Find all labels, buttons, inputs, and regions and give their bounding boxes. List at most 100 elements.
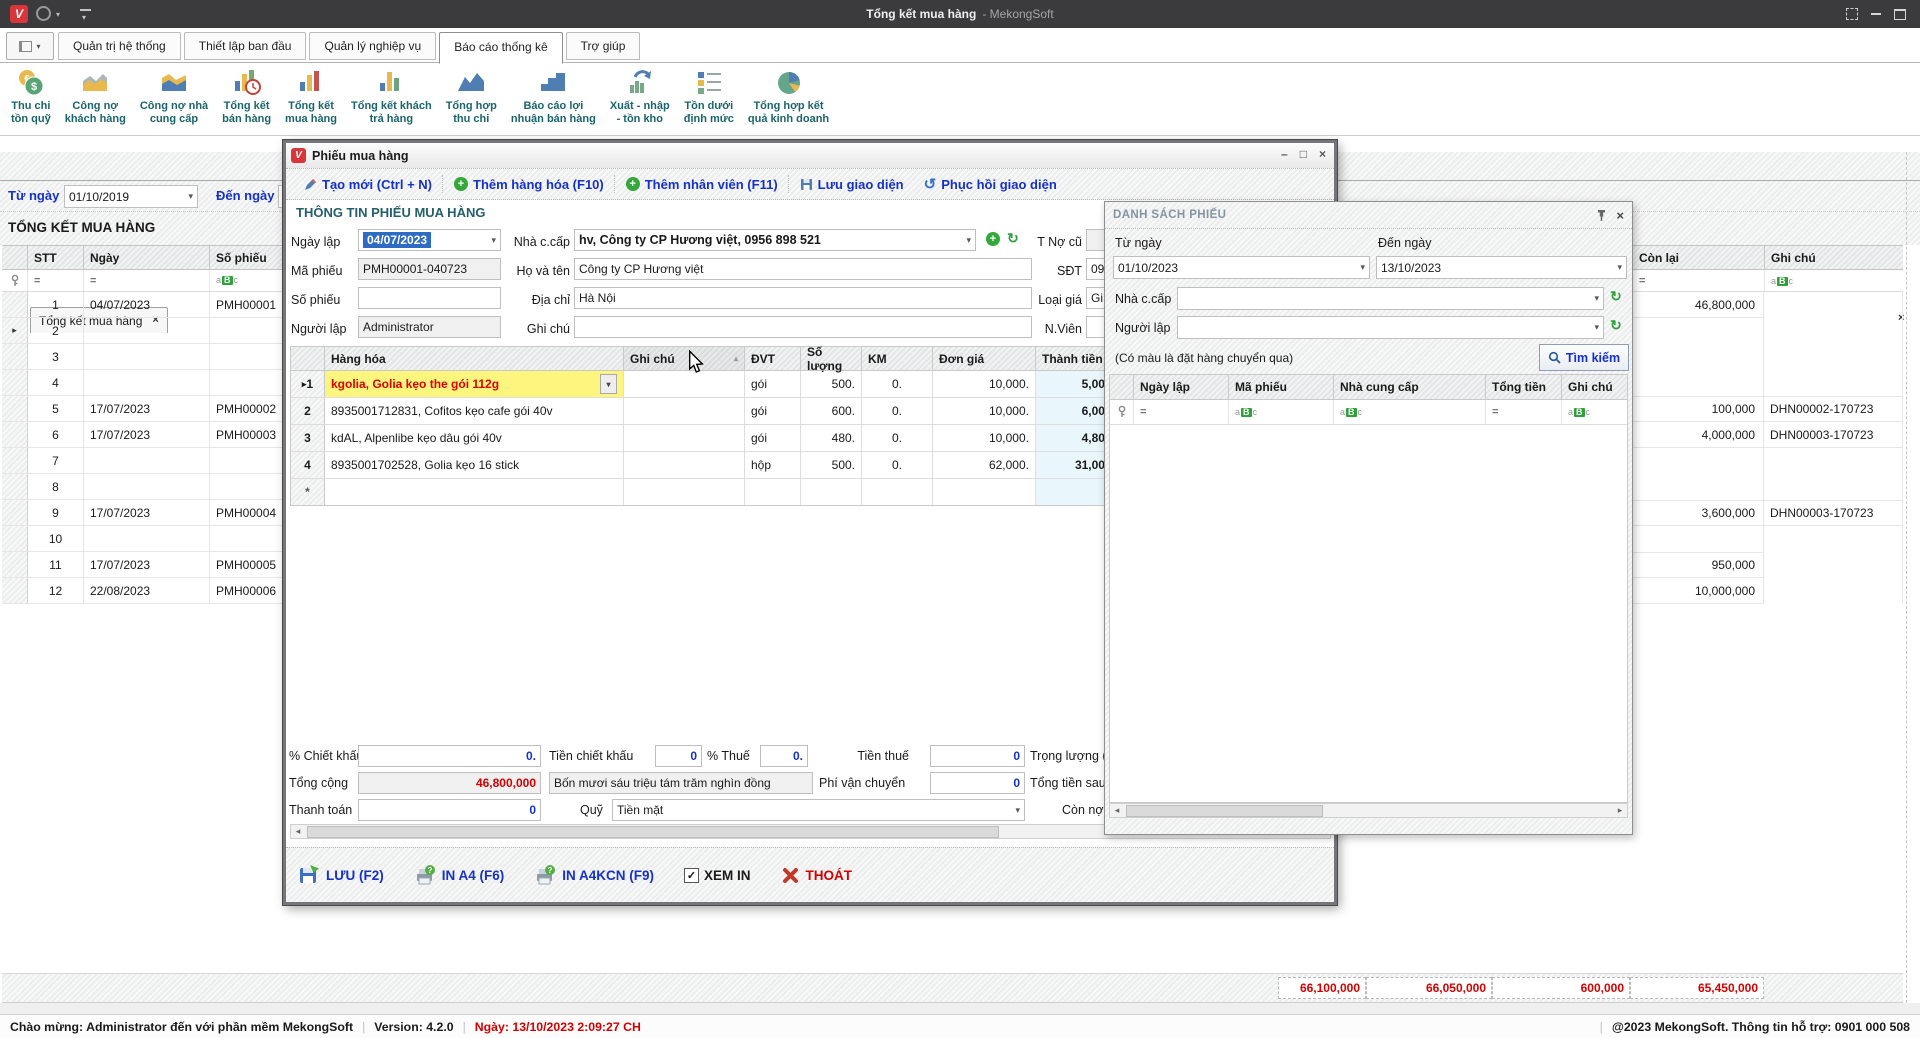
col-tong-tien[interactable]: Tổng tiền [1486,375,1562,399]
thue-input[interactable]: 0. [760,745,808,767]
filter-cell[interactable]: = [1486,400,1562,424]
chevron-down-icon[interactable]: ▾ [1591,323,1599,332]
col-ghi-chu[interactable]: Ghi chú [1562,375,1627,399]
col-don-gia[interactable]: Đơn giá [933,347,1036,370]
filter-cell[interactable]: aBc [1229,400,1334,424]
add-item-button[interactable]: + Thêm hàng hóa (F10) [444,177,614,192]
table-row[interactable]: 3 [2,344,283,370]
nha-cc-combo[interactable]: hv, Công ty CP Hương việt, 0956 898 521 … [574,229,976,251]
cell-dropdown-icon[interactable]: ▾ [600,374,617,394]
ribbon-tong-hop-ket-qua-kinh-doanh[interactable]: Tổng hợp kết quả kinh doanh [741,63,836,131]
dia-chi-input[interactable]: Hà Nội [574,287,1032,309]
con-lai-cell[interactable]: 10,000,000 [1632,578,1763,604]
tab-bao-cao-thong-ke[interactable]: Báo cáo thống kê [439,32,562,64]
search-button[interactable]: Tìm kiếm [1539,344,1629,371]
from-date-input[interactable]: 01/10/2019 ▾ [64,185,198,208]
table-row[interactable]: 1222/08/2023PMH00006 [2,578,283,604]
panel-hscrollbar[interactable]: ◂ ▸ [1109,803,1628,818]
maximize-button[interactable] [1888,5,1912,23]
table-row[interactable]: ▸2 [2,318,283,344]
application-menu-button[interactable]: ▾ [6,32,54,60]
table-row[interactable]: 917/07/2023PMH00004 [2,500,283,526]
fullscreen-button[interactable] [1840,5,1864,23]
ribbon-bao-cao-loi-nhuan[interactable]: Báo cáo lợi nhuận bán hàng [504,63,603,131]
panel-from-input[interactable]: 01/10/2023▾ [1113,256,1370,279]
ghi-chu-cell[interactable]: DHN00003-170723 [1764,422,1902,448]
panel-to-input[interactable]: 13/10/2023▾ [1376,256,1627,279]
preview-checkbox-group[interactable]: ✓ XEM IN [684,868,751,883]
ghi-chu-input[interactable] [574,316,1032,338]
col-ghi-chu[interactable]: Ghi chú▴ [624,347,745,370]
ribbon-thu-chi-ton-quy[interactable]: €$ Thu chi tồn quỹ [4,63,58,131]
ghi-chu-filter-cell[interactable]: aBc [1765,270,1903,292]
chiet-khau-input[interactable]: 0. [358,745,541,767]
col-ma-phieu[interactable]: Mã phiếu [1229,375,1334,399]
new-button[interactable]: Tạo mới (Ctrl + N) [294,177,442,192]
ribbon-tong-ket-ban-hang[interactable]: Tổng kết bán hàng [215,63,278,131]
table-row[interactable]: 8 [2,474,283,500]
dialog-maximize-icon[interactable]: □ [1300,147,1307,161]
panel-grid-body[interactable] [1110,425,1627,802]
chevron-down-icon[interactable]: ▾ [1591,294,1599,303]
chevron-down-icon[interactable]: ▾ [185,192,193,201]
panel-nguoi-lap-combo[interactable]: ▾ [1177,316,1604,339]
table-row[interactable]: 1117/07/2023PMH00005 [2,552,283,578]
ghi-chu-cell[interactable]: DHN00002-170723 [1764,396,1902,422]
col-hang-hoa[interactable]: Hàng hóa [325,347,624,370]
panel-close-icon[interactable]: × [1616,208,1624,223]
scroll-left-icon[interactable]: ◂ [1110,806,1124,815]
col-nha-cung-cap[interactable]: Nhà cung cấp [1334,375,1486,399]
ribbon-tong-ket-mua-hang[interactable]: Tổng kết mua hàng [278,63,344,131]
ribbon-tong-hop-thu-chi[interactable]: Tổng hợp thu chi [439,63,504,131]
stt-filter-cell[interactable]: = [28,270,84,291]
exit-button[interactable]: THOÁT [781,866,853,885]
col-so-luong[interactable]: Số lượng [801,347,862,370]
table-row[interactable]: 4 [2,370,283,396]
table-row[interactable]: 7 [2,448,283,474]
con-lai-cell[interactable]: 46,800,000 [1632,292,1763,318]
tien-thue-input[interactable]: 0 [930,745,1025,767]
refresh-icon[interactable]: ↻ [1610,317,1622,334]
ho-ten-input[interactable]: Công ty CP Hương việt [574,258,1032,280]
col-ngay-lap[interactable]: Ngày lập [1134,375,1229,399]
ghi-chu-cell[interactable]: DHN00003-170723 [1764,500,1902,526]
print-a4kcn-button[interactable]: ? IN A4KCN (F9) [534,864,654,886]
scroll-thumb[interactable] [307,826,999,838]
ribbon-cong-no-nha-cung-cap[interactable]: Công nợ nhà cung cấp [133,63,215,131]
tab-quan-ly-nghiep-vu[interactable]: Quản lý nghiệp vụ [309,32,436,60]
con-lai-filter-cell[interactable]: = [1633,270,1765,292]
dialog-minimize-icon[interactable]: – [1281,147,1288,161]
quy-combo[interactable]: Tiền mặt▾ [612,799,1025,821]
filter-cell[interactable]: aBc [1334,400,1486,424]
print-a4-button[interactable]: ? IN A4 (F6) [414,864,505,886]
tab-thiet-lap-ban-dau[interactable]: Thiết lập ban đầu [184,32,307,60]
col-stt[interactable]: STT [28,246,84,269]
con-lai-cell[interactable]: 3,600,000 [1632,500,1763,526]
col-dvt[interactable]: ĐVT [745,347,801,370]
panel-ncc-combo[interactable]: ▾ [1177,287,1604,310]
con-lai-cell[interactable]: 100,000 [1632,396,1763,422]
chevron-down-icon[interactable]: ▾ [1012,806,1020,815]
chevron-down-icon[interactable]: ▾ [1614,263,1622,272]
col-con-lai[interactable]: Còn lại [1633,246,1765,269]
ribbon-xuat-nhap-ton-kho[interactable]: Xuất - nhập - tồn kho [603,63,677,131]
con-lai-cell[interactable]: 4,000,000 [1632,422,1763,448]
restore-layout-button[interactable]: ↺ Phục hồi giao diện [914,175,1067,193]
phi-van-chuyen-input[interactable]: 0 [930,772,1025,794]
col-ngay[interactable]: Ngày [84,246,210,269]
add-staff-button[interactable]: + Thêm nhân viên (F11) [616,177,788,192]
save-button[interactable]: LƯU (F2) [298,864,384,886]
table-row[interactable]: 10 [2,526,283,552]
con-lai-cell[interactable]: 950,000 [1632,552,1763,578]
scroll-thumb[interactable] [1126,805,1323,817]
filter-cell[interactable]: aBc [1562,400,1627,424]
col-km[interactable]: KM [862,347,933,370]
tien-chiet-khau-input[interactable]: 0 [655,745,702,767]
ribbon-tong-ket-khach-tra-hang[interactable]: Tổng kết khách trả hàng [344,63,439,131]
tab-quan-tri-he-thong[interactable]: Quản trị hệ thống [58,32,181,60]
col-ghi-chu[interactable]: Ghi chú [1765,246,1903,269]
tab-tro-giup[interactable]: Trợ giúp [566,32,641,60]
refresh-icon[interactable]: ↻ [1610,288,1622,305]
checkbox-checked-icon[interactable]: ✓ [684,868,699,883]
scroll-right-icon[interactable]: ▸ [1613,806,1627,815]
